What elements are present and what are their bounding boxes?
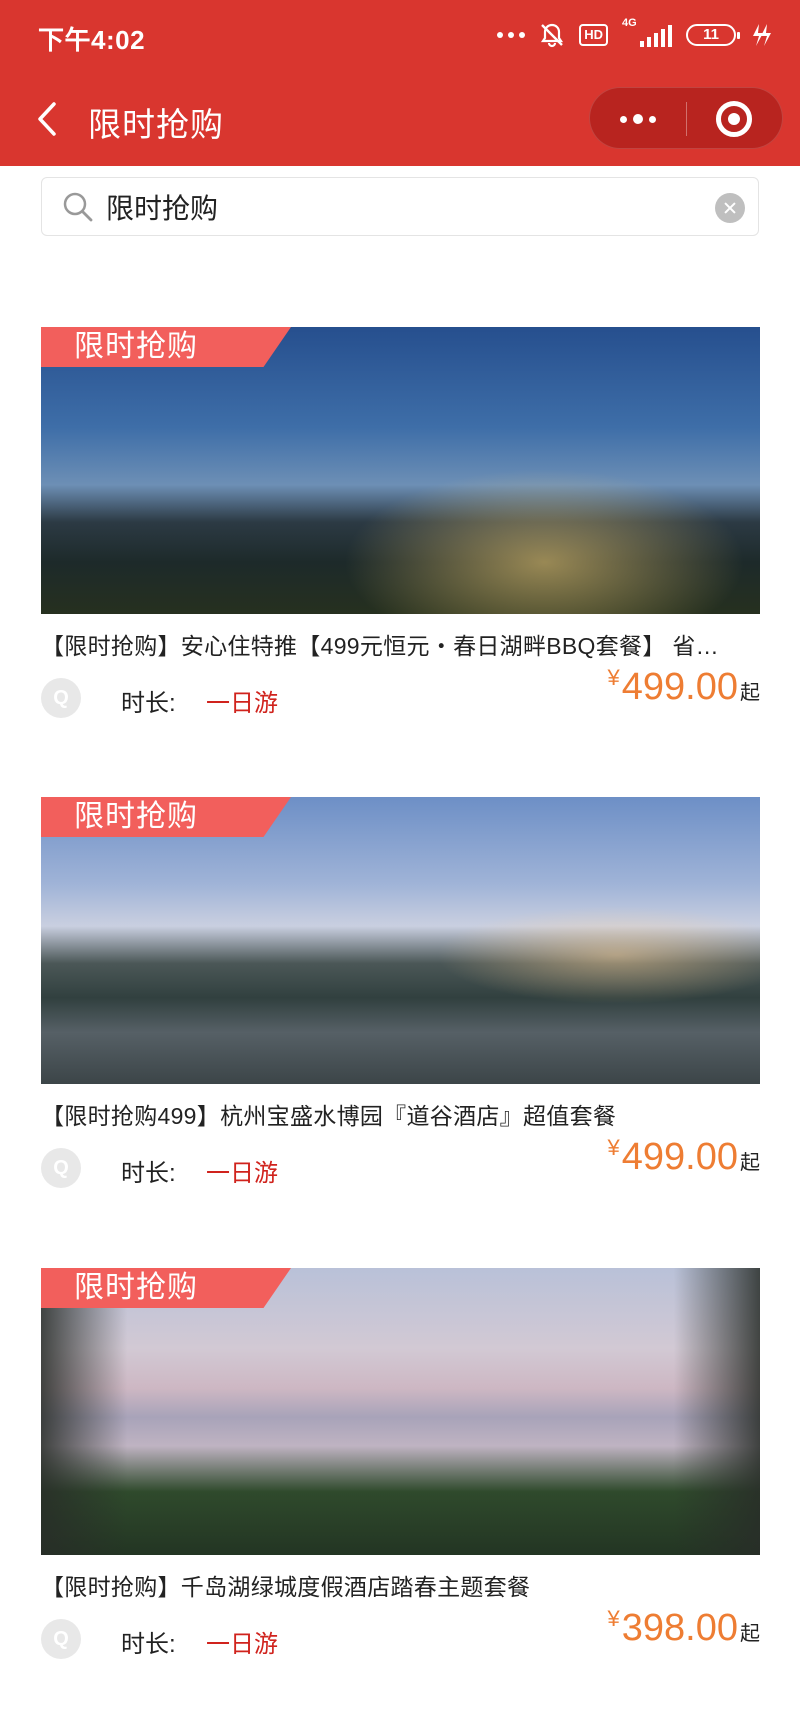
more-button[interactable] <box>590 88 686 150</box>
avatar: Q <box>41 678 81 718</box>
clear-search-button[interactable] <box>715 193 745 223</box>
bell-muted-icon <box>541 23 564 48</box>
product-image <box>41 797 760 1084</box>
product-name: 【限时抢购】千岛湖绿城度假酒店踏春主题套餐 <box>41 1574 531 1600</box>
more-notifications-icon <box>497 32 526 38</box>
duration-value: 一日游 <box>206 1631 278 1658</box>
duration-label: 时长: <box>121 1631 176 1658</box>
mini-program-capsule <box>589 87 783 149</box>
avatar: Q <box>41 1148 81 1188</box>
hd-icon: HD <box>579 24 608 46</box>
network-type: 4G <box>622 17 637 29</box>
product-price: ¥398.00 起 <box>608 1606 760 1650</box>
price-suffix: 起 <box>740 682 760 704</box>
search-input[interactable] <box>106 186 686 228</box>
price-suffix: 起 <box>740 1623 760 1645</box>
product-card[interactable]: 限时抢购 【限时抢购】千岛湖绿城度假酒店踏春主题套餐 Q 时长: 一日游 ¥39… <box>41 1268 760 1688</box>
duration-label: 时长: <box>121 1160 176 1187</box>
price-amount: 499.00 <box>621 1136 738 1178</box>
product-price: ¥499.00 起 <box>608 665 760 709</box>
product-price: ¥499.00 起 <box>608 1135 760 1179</box>
status-time: 下午4:02 <box>38 25 146 55</box>
product-card[interactable]: 限时抢购 【限时抢购499】杭州宝盛水博园『道谷酒店』超值套餐 Q 时长: 一日… <box>41 797 760 1217</box>
flash-sale-badge: 限时抢购 <box>41 327 291 367</box>
back-button[interactable] <box>30 94 70 144</box>
currency-symbol: ¥ <box>607 665 620 690</box>
flash-sale-badge: 限时抢购 <box>41 1268 291 1308</box>
battery-icon: 11 <box>686 24 740 46</box>
product-image <box>41 1268 760 1555</box>
status-bar: 下午4:02 HD 4G 11 <box>0 0 800 72</box>
avatar: Q <box>41 1619 81 1659</box>
price-amount: 398.00 <box>621 1607 738 1649</box>
duration-value: 一日游 <box>206 690 278 717</box>
currency-symbol: ¥ <box>607 1135 620 1160</box>
target-icon <box>716 101 752 137</box>
charging-icon <box>753 24 771 46</box>
product-name: 【限时抢购499】杭州宝盛水博园『道谷酒店』超值套餐 <box>41 1103 617 1129</box>
duration-value: 一日游 <box>206 1160 278 1187</box>
price-suffix: 起 <box>740 1152 760 1174</box>
search-bar <box>41 177 759 236</box>
close-mini-program-button[interactable] <box>686 88 782 150</box>
page-title: 限时抢购 <box>88 106 224 143</box>
status-icons: HD 4G 11 <box>497 17 772 50</box>
chevron-left-icon <box>38 102 56 136</box>
price-amount: 499.00 <box>621 666 738 708</box>
duration-label: 时长: <box>121 690 176 717</box>
search-icon <box>63 192 93 222</box>
product-name: 【限时抢购】安心住特推【499元恒元・春日湖畔BBQ套餐】 省… <box>41 633 719 659</box>
nav-header: 限时抢购 <box>0 72 800 166</box>
currency-symbol: ¥ <box>607 1606 620 1631</box>
signal-icon: 4G <box>622 17 672 47</box>
product-card[interactable]: 限时抢购 【限时抢购】安心住特推【499元恒元・春日湖畔BBQ套餐】 省… Q … <box>41 327 760 747</box>
product-image <box>41 327 760 614</box>
flash-sale-badge: 限时抢购 <box>41 797 291 837</box>
top-bar: 下午4:02 HD 4G 11 限时抢购 <box>0 0 800 166</box>
